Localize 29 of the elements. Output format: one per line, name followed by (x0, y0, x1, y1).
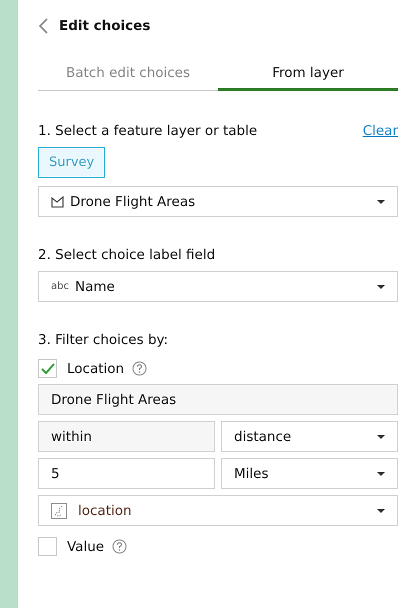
clear-link[interactable]: Clear (362, 123, 398, 139)
section-label: 2. Select choice label field (38, 247, 216, 263)
caret-icon (377, 508, 385, 512)
help-icon[interactable] (132, 361, 148, 376)
polygon-icon (51, 196, 64, 208)
tab[interactable]: From layer (218, 57, 398, 91)
geometry-icon (51, 502, 67, 518)
checkbox-label: Value (67, 538, 104, 554)
caret-icon (377, 284, 385, 288)
dropdown[interactable]: distance (221, 421, 398, 452)
help-icon[interactable] (112, 539, 128, 554)
checkbox[interactable] (38, 359, 57, 378)
checkbox[interactable] (38, 537, 57, 556)
checkbox-label: Location (67, 360, 124, 376)
section-label: 1. Select a feature layer or table (38, 123, 258, 139)
tab[interactable]: Batch edit choices (38, 57, 218, 91)
geometry-select[interactable]: location (38, 495, 398, 526)
dropdown[interactable]: Miles (221, 458, 398, 489)
readonly-field: within (38, 421, 215, 452)
panel-title: Edit choices (59, 18, 150, 34)
caret-icon (377, 200, 385, 204)
caret-icon (377, 434, 385, 438)
back-icon[interactable] (38, 18, 48, 34)
readonly-field: Drone Flight Areas (38, 384, 398, 415)
caret-icon (377, 472, 385, 476)
layer-select[interactable]: Drone Flight Areas (38, 186, 398, 217)
label-field-select[interactable]: abc Name (38, 271, 398, 302)
section-label: 3. Filter choices by: (38, 332, 170, 348)
input-field[interactable]: 5 (38, 458, 215, 489)
